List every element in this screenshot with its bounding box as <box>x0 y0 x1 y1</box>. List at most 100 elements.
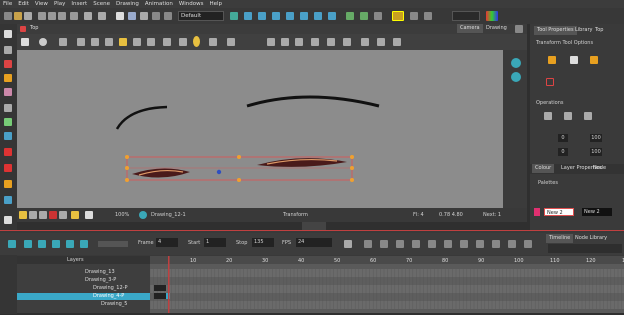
rotate-icon[interactable] <box>286 12 294 20</box>
key-7-icon[interactable] <box>460 240 468 248</box>
flip-icon[interactable] <box>424 12 432 20</box>
loop-icon[interactable] <box>38 240 46 248</box>
new-icon[interactable] <box>4 12 12 20</box>
onion-icon[interactable] <box>29 211 37 219</box>
menu-scene[interactable]: Scene <box>90 0 113 8</box>
rotate-cw-icon[interactable] <box>105 38 113 46</box>
first-frame-icon[interactable] <box>52 240 60 248</box>
pivot-point[interactable] <box>216 169 222 175</box>
menu-windows[interactable]: Windows <box>176 0 207 8</box>
paste-view-icon[interactable] <box>361 38 369 46</box>
flip-op-icon[interactable] <box>564 112 572 120</box>
drawing-canvas[interactable] <box>17 50 503 208</box>
lock-icon[interactable] <box>119 38 127 46</box>
pivot-icon[interactable] <box>209 38 217 46</box>
dropper-view-icon[interactable] <box>179 38 187 46</box>
key-4-icon[interactable] <box>412 240 420 248</box>
rotation-field-2[interactable]: 0 <box>558 148 568 156</box>
left-eyebrow[interactable] <box>115 105 168 130</box>
cut-view-icon[interactable] <box>327 38 335 46</box>
tab-node[interactable]: Node <box>590 164 609 173</box>
transform-handle[interactable] <box>125 155 129 159</box>
rotate-op-icon[interactable] <box>584 112 592 120</box>
fps-field[interactable]: 24 <box>296 238 332 247</box>
smooth-icon[interactable] <box>163 38 171 46</box>
menu-drawing[interactable]: Drawing <box>113 0 142 8</box>
reset-view-icon[interactable] <box>410 12 418 20</box>
weight-icon[interactable] <box>281 38 289 46</box>
safe-area-icon[interactable] <box>59 211 67 219</box>
rotation-field[interactable]: 0 <box>558 134 568 142</box>
key-5-icon[interactable] <box>428 240 436 248</box>
palette-colour-chip[interactable] <box>534 208 540 216</box>
paste-icon[interactable] <box>58 12 66 20</box>
menu-play[interactable]: Play <box>51 0 68 8</box>
swatch-new-2-selected[interactable]: New 2 <box>544 208 574 216</box>
menu-edit[interactable]: Edit <box>15 0 32 8</box>
settings-gear-icon[interactable] <box>39 38 47 46</box>
key-8-icon[interactable] <box>476 240 484 248</box>
key-6-icon[interactable] <box>444 240 452 248</box>
stop-field[interactable]: 135 <box>252 238 274 247</box>
layer-row[interactable]: Drawing_13 <box>17 269 150 276</box>
onion-skin-icon[interactable] <box>116 12 124 20</box>
rectangle-icon[interactable] <box>4 118 12 126</box>
light-icon[interactable] <box>19 211 27 219</box>
peg-icon[interactable] <box>590 56 598 64</box>
zoom-field[interactable] <box>452 11 480 21</box>
balance-op-icon[interactable] <box>544 112 552 120</box>
camera-view-icon[interactable] <box>392 11 404 21</box>
maintain-size-icon[interactable] <box>328 12 336 20</box>
playhead[interactable] <box>168 256 170 313</box>
preview-eye-icon[interactable] <box>511 72 521 82</box>
text-icon[interactable] <box>4 104 12 112</box>
menu-help[interactable]: Help <box>206 0 225 8</box>
pencil-tool-icon[interactable] <box>4 74 12 82</box>
select-icon[interactable] <box>244 12 252 20</box>
translate-icon[interactable] <box>272 12 280 20</box>
play-icon[interactable] <box>8 240 16 248</box>
save-icon[interactable] <box>24 12 32 20</box>
light-bulb-icon[interactable] <box>193 36 200 47</box>
flip-h-icon[interactable] <box>77 38 85 46</box>
eraser-icon[interactable] <box>4 88 12 96</box>
delete-icon[interactable] <box>70 12 78 20</box>
brush-icon[interactable] <box>4 60 12 68</box>
zoom-level[interactable]: 100% <box>115 212 129 218</box>
copy-view-icon[interactable] <box>343 38 351 46</box>
transform-icon[interactable] <box>258 12 266 20</box>
menu-view[interactable]: View <box>32 0 51 8</box>
frame-field[interactable]: 4 <box>156 238 178 247</box>
crop-icon[interactable] <box>377 38 385 46</box>
scale-y-field[interactable]: 100 <box>590 148 602 156</box>
grid-toggle-icon[interactable] <box>59 38 67 46</box>
prev-frame-icon[interactable] <box>66 240 74 248</box>
inverse-kinematics-icon[interactable] <box>360 12 368 20</box>
grid-icon[interactable] <box>152 12 160 20</box>
tab-colour[interactable]: Colour <box>532 164 555 173</box>
light-table-icon[interactable] <box>128 12 136 20</box>
stroke-icon[interactable] <box>4 180 12 188</box>
tab-timeline[interactable]: Timeline <box>546 234 574 243</box>
key-3-icon[interactable] <box>396 240 404 248</box>
camera-eye-icon[interactable] <box>511 58 521 68</box>
balance-icon[interactable] <box>267 38 275 46</box>
undo-icon[interactable] <box>84 12 92 20</box>
copy-icon[interactable] <box>48 12 56 20</box>
timeline-frames[interactable]: 102030405060708090100110120130 <box>149 256 624 313</box>
next-frame-icon[interactable] <box>80 240 88 248</box>
preset-dropdown[interactable]: Default <box>178 11 224 21</box>
stretch-icon[interactable] <box>311 38 319 46</box>
playback-speed-slider[interactable] <box>98 241 128 247</box>
scale-icon[interactable] <box>300 12 308 20</box>
key-10-icon[interactable] <box>508 240 516 248</box>
pencil-icon[interactable] <box>140 12 148 20</box>
colour-icon[interactable] <box>486 11 498 21</box>
frame-icon[interactable] <box>393 38 401 46</box>
morph-icon[interactable] <box>374 12 382 20</box>
bone-icon[interactable] <box>346 12 354 20</box>
transform-handle[interactable] <box>237 178 241 182</box>
create-empty-icon[interactable] <box>227 38 235 46</box>
swatch-new-2[interactable]: New 2 <box>582 208 612 216</box>
tab-drawing[interactable]: Drawing <box>483 24 510 33</box>
